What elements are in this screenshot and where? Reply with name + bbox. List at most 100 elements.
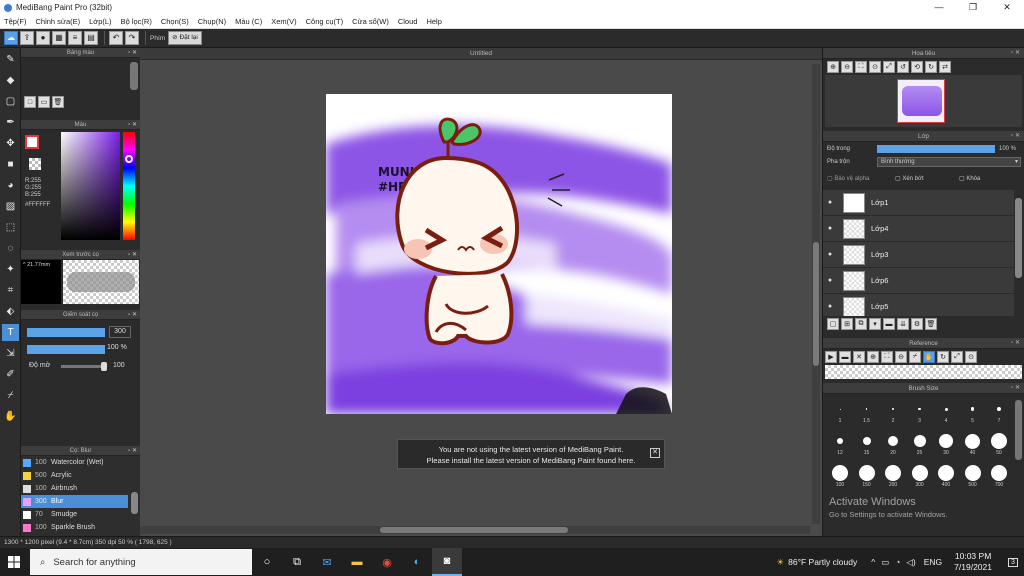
gradient-tool-icon[interactable]: ▨: [2, 198, 19, 215]
chrome-icon[interactable]: ◉: [372, 548, 402, 576]
brush-size-preset[interactable]: 40: [962, 432, 984, 460]
brush-size-preset[interactable]: 700: [988, 464, 1010, 492]
layer-row[interactable]: ● Lớp3: [823, 242, 1014, 268]
network-icon[interactable]: ▭: [881, 557, 889, 568]
layer-row[interactable]: ● Lớp5: [823, 294, 1014, 316]
brush-size-preset[interactable]: 1: [829, 400, 851, 428]
panel-controls-icon[interactable]: ▫ ✕: [1011, 131, 1020, 142]
brush-size-preset[interactable]: 300: [909, 464, 931, 492]
zoom-in-icon[interactable]: ⊕: [827, 61, 839, 73]
ref-reset-icon[interactable]: ⊙: [965, 351, 977, 363]
pen-tool-icon[interactable]: ✒: [2, 114, 19, 131]
menu-snap[interactable]: Chụp(N): [198, 17, 226, 26]
blur-slider[interactable]: [61, 362, 107, 371]
file-explorer-icon[interactable]: ▬: [342, 548, 372, 576]
blur-slider-handle[interactable]: [101, 362, 107, 371]
horizontal-scroll-thumb[interactable]: [380, 527, 568, 533]
cortana-icon[interactable]: ○: [252, 548, 282, 576]
mail-icon[interactable]: ✉: [312, 548, 342, 576]
navigator-preview[interactable]: [825, 75, 1022, 127]
language-indicator[interactable]: ENG: [924, 557, 942, 567]
palette-scrollbar[interactable]: [130, 62, 138, 90]
share-icon[interactable]: ⇪: [20, 31, 34, 45]
reset-button[interactable]: ⊘ Đặt lại: [168, 31, 202, 45]
brush-list-item[interactable]: 500 Acrylic: [21, 469, 128, 482]
layer-list-scrollbar[interactable]: [1015, 198, 1022, 278]
palette-new-icon[interactable]: □: [24, 96, 36, 108]
menu-filter[interactable]: Bộ lọc(R): [121, 17, 152, 26]
text-tool-icon[interactable]: T: [2, 324, 19, 341]
hand-tool-icon[interactable]: ✋: [2, 408, 19, 425]
ref-actual-icon[interactable]: ⤢: [951, 351, 963, 363]
palette-page-icon[interactable]: ▭: [38, 96, 50, 108]
menu-file[interactable]: Tệp(F): [4, 17, 27, 26]
tray-chevron-icon[interactable]: ^: [871, 557, 875, 567]
ref-eyedropper-icon[interactable]: ⌿: [909, 351, 921, 363]
panel-controls-icon[interactable]: ▫ ✕: [128, 310, 137, 320]
redo-icon[interactable]: ↷: [125, 31, 139, 45]
brush-opacity-slider[interactable]: [27, 345, 105, 354]
brush-size-preset[interactable]: 12: [829, 432, 851, 460]
brush-size-preset[interactable]: 3: [909, 400, 931, 428]
rotate-reset-icon[interactable]: ⟲: [911, 61, 923, 73]
panel-controls-icon[interactable]: ▫ ✕: [128, 120, 137, 130]
undo-icon[interactable]: ↶: [109, 31, 123, 45]
brush-list-item[interactable]: 100 Airbrush: [21, 482, 128, 495]
new-layer-icon[interactable]: ▢: [827, 318, 839, 330]
select-tool-icon[interactable]: ⬚: [2, 219, 19, 236]
brush-size-preset[interactable]: 150: [856, 464, 878, 492]
navigator-viewport[interactable]: [897, 79, 945, 123]
layer-delete-icon[interactable]: 🗑: [925, 318, 937, 330]
menu-view[interactable]: Xem(V): [271, 17, 296, 26]
rotate-left-icon[interactable]: ↺: [897, 61, 909, 73]
layer-visibility-icon[interactable]: ●: [823, 225, 837, 232]
merge-icon[interactable]: ⇊: [897, 318, 909, 330]
brush-list-item[interactable]: 300 Blur: [21, 495, 128, 508]
panel-controls-icon[interactable]: ▫ ✕: [1011, 338, 1020, 349]
layout-icon[interactable]: ▤: [84, 31, 98, 45]
zoom-icon[interactable]: ⊙: [869, 61, 881, 73]
menu-cloud[interactable]: Cloud: [398, 17, 418, 26]
clock[interactable]: 10:03 PM 7/19/2021: [954, 551, 992, 573]
notifications-icon[interactable]: 3: [1002, 548, 1024, 576]
panel-controls-icon[interactable]: ▫ ✕: [128, 446, 137, 456]
ref-hand-icon[interactable]: ✋: [923, 351, 935, 363]
select-eraser-tool-icon[interactable]: ⬖: [2, 303, 19, 320]
maximize-button[interactable]: ❐: [956, 0, 990, 15]
canvas-vertical-scrollbar[interactable]: [812, 64, 820, 524]
layer-menu-icon[interactable]: ▾: [869, 318, 881, 330]
grid-icon[interactable]: ▦: [52, 31, 66, 45]
brush-size-preset[interactable]: 15: [856, 432, 878, 460]
menu-tools[interactable]: Công cụ(T): [306, 17, 344, 26]
ref-rotate-icon[interactable]: ↻: [937, 351, 949, 363]
brush-size-preset[interactable]: 200: [882, 464, 904, 492]
protect-alpha-checkbox[interactable]: ▢ Bảo vệ alpha: [827, 175, 869, 182]
taskbar-search-box[interactable]: ⌕ Search for anything: [30, 549, 252, 575]
hue-slider-handle[interactable]: [125, 155, 133, 163]
divide-tool-icon[interactable]: ✐: [2, 366, 19, 383]
artwork-canvas[interactable]: MUNUWU #HD247: [326, 94, 672, 414]
ref-open-icon[interactable]: ▶: [825, 351, 837, 363]
brush-tool-icon[interactable]: ✎: [2, 51, 19, 68]
rotate-right-icon[interactable]: ↻: [925, 61, 937, 73]
magic-wand-tool-icon[interactable]: ✦: [2, 261, 19, 278]
panel-controls-icon[interactable]: ▫ ✕: [128, 48, 137, 58]
fit-icon[interactable]: ⛶: [855, 61, 867, 73]
brush-list-scrollbar[interactable]: [131, 492, 138, 514]
lock-checkbox[interactable]: ▢ Khóa: [959, 175, 980, 182]
dot-tool-icon[interactable]: ▢: [2, 93, 19, 110]
new-layer-plus-icon[interactable]: ⊞: [841, 318, 853, 330]
brush-size-preset[interactable]: 4: [935, 400, 957, 428]
menu-window[interactable]: Cửa sổ(W): [352, 17, 389, 26]
layer-visibility-icon[interactable]: ●: [823, 277, 837, 284]
cloud-icon[interactable]: ☁: [4, 31, 18, 45]
task-view-icon[interactable]: ⧉: [282, 548, 312, 576]
fill-rect-tool-icon[interactable]: ■: [2, 156, 19, 173]
ref-fit-icon[interactable]: ⛶: [881, 351, 893, 363]
brush-list-item[interactable]: 100 Sparkle Brush: [21, 521, 128, 534]
panel-controls-icon[interactable]: ▫ ✕: [128, 250, 137, 260]
windows-start-icon[interactable]: [0, 548, 28, 576]
layer-row[interactable]: ● Lớp6: [823, 268, 1014, 294]
hue-slider[interactable]: [123, 132, 135, 240]
layer-row[interactable]: ● Lớp1: [823, 190, 1014, 216]
